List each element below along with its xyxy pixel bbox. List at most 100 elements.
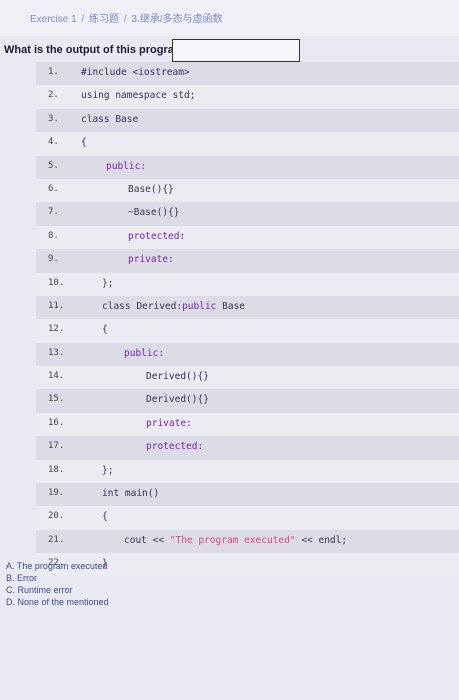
code-token: private: [146, 417, 192, 429]
code-token: cout << [124, 534, 170, 546]
code-line: 17. protected: [36, 436, 459, 460]
top-bar: Exercise 1 / 练习题 / 3.继承/多态与虚函数 [0, 0, 459, 36]
breadcrumb-item-exercise[interactable]: Exercise 1 [30, 14, 77, 25]
code-text: class Derived:public Base [102, 301, 245, 312]
breadcrumb: Exercise 1 / 练习题 / 3.继承/多态与虚函数 [30, 10, 225, 25]
code-line: 4. { [36, 132, 459, 156]
breadcrumb-separator: / [123, 14, 127, 25]
code-token: Base [216, 300, 246, 312]
code-token: class Base [81, 113, 139, 125]
code-text: { [81, 137, 87, 148]
code-line: 14. Derived(){} [36, 366, 459, 390]
code-line: 2. using namespace std; [36, 85, 459, 109]
code-token: }; [102, 277, 114, 289]
code-line: 5. public: [36, 155, 459, 179]
code-line: 13. public: [36, 342, 459, 367]
code-line: 8. protected: [36, 225, 459, 250]
line-number: 17. [48, 441, 65, 452]
line-number: 21. [48, 534, 65, 545]
code-text: Base(){} [128, 184, 174, 195]
line-number: 14. [48, 371, 65, 382]
code-text: }; [102, 278, 113, 289]
line-number: 7. [48, 207, 59, 218]
code-text: ~Base(){} [128, 207, 179, 218]
code-token: protected: [146, 441, 204, 453]
line-number: 3. [48, 113, 59, 124]
line-number: 8. [48, 230, 59, 241]
question-text: What is the output of this program? [4, 44, 191, 56]
code-token: private: [128, 254, 174, 266]
code-token: { [81, 137, 87, 149]
line-number: 19. [48, 488, 65, 499]
option-c[interactable]: C. Runtime error [6, 584, 109, 596]
code-line: 6. Base(){} [36, 178, 459, 203]
line-number: 12. [48, 324, 65, 335]
code-text: public: [106, 161, 146, 172]
code-line: 19. int main() [36, 483, 459, 507]
code-token: public: [106, 160, 147, 172]
option-b[interactable]: B. Error [6, 572, 109, 584]
code-line: 10.}; [36, 272, 459, 296]
code-line: 1. #include <iostream> [36, 62, 459, 86]
code-text: class Base [81, 114, 138, 125]
code-text: Derived(){} [146, 394, 209, 405]
code-text: private: [146, 418, 192, 429]
option-a[interactable]: A. The program executed [6, 560, 109, 572]
line-number: 4. [48, 137, 59, 148]
line-number: 10. [48, 277, 65, 288]
code-line: 12. { [36, 319, 459, 343]
breadcrumb-separator: / [81, 14, 85, 25]
code-line: 20. { [36, 506, 459, 530]
code-token: class Derived: [102, 300, 183, 312]
line-number: 11. [48, 300, 65, 311]
code-text: Derived(){} [146, 371, 209, 382]
code-line: 11. class Derived:public Base [36, 295, 459, 320]
line-number: 16. [48, 417, 65, 428]
code-token: public: [124, 347, 165, 359]
code-text: public: [124, 348, 164, 359]
code-line: 18.}; [36, 459, 459, 484]
code-token: public [182, 300, 217, 312]
code-token: { [102, 511, 108, 523]
code-line: 9. private: [36, 249, 459, 273]
line-number: 20. [48, 511, 65, 522]
breadcrumb-item-topic: 3.继承/多态与虚函数 [131, 14, 223, 25]
code-line: 21. cout << "The program executed" << end… [36, 529, 459, 554]
line-number: 6. [48, 183, 59, 194]
code-token: "The program executed" [169, 534, 296, 546]
code-text: private: [128, 254, 174, 265]
code-token: { [102, 324, 108, 336]
code-text: protected: [128, 231, 185, 242]
line-number: 13. [48, 347, 65, 358]
line-number: 9. [48, 254, 59, 265]
code-token: ~Base(){} [128, 207, 180, 219]
answer-input[interactable] [172, 39, 300, 62]
code-token: << endl; [295, 534, 348, 546]
code-token: Derived(){} [146, 371, 209, 383]
breadcrumb-item-section[interactable]: 练习题 [89, 14, 119, 25]
line-number: 18. [48, 464, 65, 475]
code-text: #include <iostream> [81, 67, 190, 78]
code-text: }; [102, 465, 113, 476]
code-line: 7. ~Base(){} [36, 202, 459, 226]
code-listing: 1. #include <iostream> 2. using namespace s… [36, 62, 459, 577]
code-text: protected: [146, 441, 203, 452]
code-line: 15. Derived(){} [36, 389, 459, 413]
option-d[interactable]: D. None of the mentioned [6, 596, 109, 608]
code-line: 3. class Base [36, 108, 459, 133]
code-token: using namespace std; [81, 90, 196, 102]
answer-options: A. The program executed B. Error C. Runt… [6, 560, 109, 608]
code-text: cout << "The program executed" << endl; [124, 535, 347, 546]
code-text: int main() [102, 488, 159, 499]
code-token: protected: [128, 230, 186, 242]
line-number: 2. [48, 90, 59, 101]
code-text: using namespace std; [81, 90, 195, 101]
code-token: #include <iostream> [81, 67, 190, 78]
line-number: 15. [48, 394, 65, 405]
code-token: int main() [102, 488, 160, 500]
code-token: Derived(){} [146, 394, 209, 406]
line-number: 1. [48, 67, 59, 77]
code-token: }; [102, 464, 114, 476]
code-text: { [102, 324, 108, 335]
line-number: 5. [48, 160, 59, 171]
